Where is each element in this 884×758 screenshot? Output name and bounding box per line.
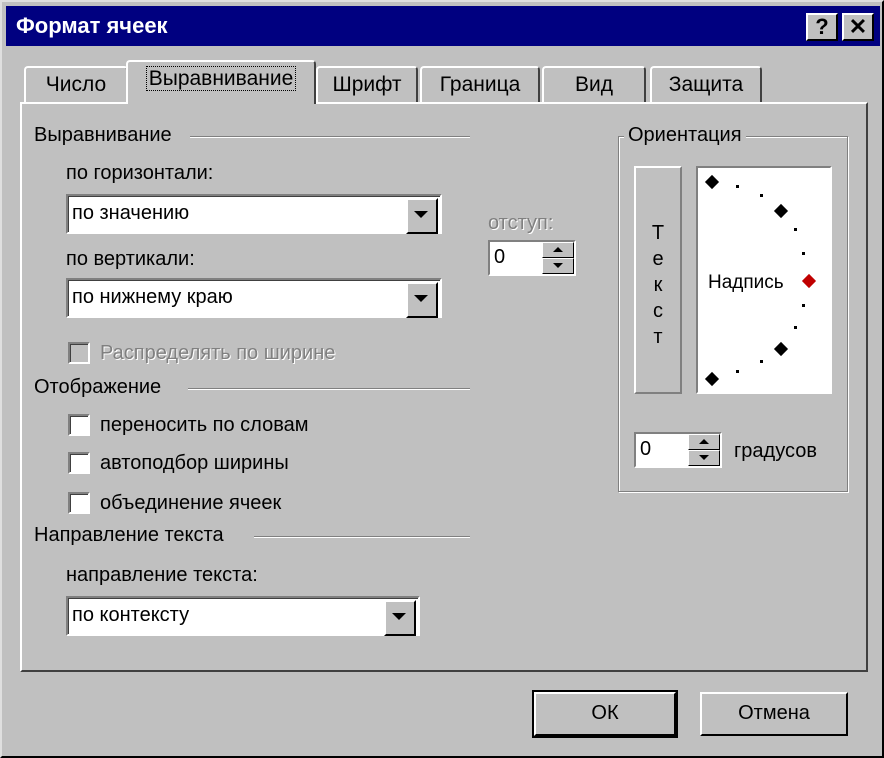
close-icon: ✕ <box>848 14 868 39</box>
orientation-dot <box>760 194 763 197</box>
vertical-value: по нижнему краю <box>72 286 233 308</box>
alignment-group-label: Выравнивание <box>34 124 176 147</box>
help-button[interactable]: ? <box>806 13 838 41</box>
vertical-text-box[interactable]: Т е к с т <box>634 166 682 394</box>
orientation-group-label: Ориентация <box>624 124 746 147</box>
tab-protection[interactable]: Защита <box>650 66 762 104</box>
direction-label: направление текста: <box>66 564 258 586</box>
tab-label: Вид <box>575 73 613 96</box>
vertical-text: Т е к с т <box>650 220 666 350</box>
help-icon: ? <box>815 14 829 39</box>
spin-up-icon[interactable] <box>688 434 720 450</box>
direction-select[interactable]: по контексту <box>66 596 420 636</box>
title-bar: Формат ячеек ? ✕ <box>6 6 880 46</box>
merge-label: объединение ячеек <box>100 492 282 514</box>
tab-label: Шрифт <box>332 73 402 96</box>
orientation-dot <box>802 304 805 307</box>
tab-label: Выравнивание <box>145 66 297 91</box>
dialog-window: Формат ячеек ? ✕ Число Выравнивание Шриф… <box>0 0 884 758</box>
degrees-value: 0 <box>640 438 652 460</box>
wrap-label: переносить по словам <box>100 414 309 436</box>
ok-button[interactable]: ОК <box>532 690 678 738</box>
horizontal-select[interactable]: по значению <box>66 194 442 234</box>
divider <box>254 536 470 538</box>
orientation-marker <box>704 174 720 190</box>
indent-value: 0 <box>494 246 506 268</box>
tab-label: Граница <box>439 73 521 96</box>
orientation-handle[interactable] <box>801 273 817 289</box>
tab-alignment[interactable]: Выравнивание <box>126 60 316 104</box>
vertical-letter: к <box>653 274 663 296</box>
vertical-letter: е <box>652 248 664 270</box>
chevron-down-icon[interactable] <box>406 282 438 318</box>
indent-stepper[interactable]: 0 <box>488 240 576 276</box>
horizontal-label: по горизонтали: <box>66 162 214 184</box>
tab-label: Число <box>45 73 107 96</box>
spin-down-icon[interactable] <box>688 450 720 466</box>
orientation-marker <box>773 341 789 357</box>
orientation-marker <box>704 371 720 387</box>
vertical-label: по вертикали: <box>66 248 195 270</box>
chevron-down-icon[interactable] <box>384 600 416 636</box>
autofit-checkbox[interactable] <box>68 452 90 474</box>
orientation-dot <box>736 370 739 373</box>
merge-checkbox[interactable] <box>68 492 90 514</box>
orientation-dot <box>794 326 797 329</box>
cancel-button[interactable]: Отмена <box>700 692 848 736</box>
orientation-dot <box>794 228 797 231</box>
orientation-dot <box>802 252 805 255</box>
degrees-stepper[interactable]: 0 <box>634 432 722 468</box>
autofit-label: автоподбор ширины <box>100 452 289 474</box>
wrap-checkbox[interactable] <box>68 414 90 436</box>
indent-label: отступ: <box>488 212 554 234</box>
tab-font[interactable]: Шрифт <box>316 66 418 104</box>
direction-value: по контексту <box>72 604 190 626</box>
orientation-dot <box>736 185 739 188</box>
divider <box>188 388 470 390</box>
orientation-dot <box>760 360 763 363</box>
vertical-letter: Т <box>651 222 665 244</box>
orientation-marker <box>773 203 789 219</box>
spin-up-icon[interactable] <box>542 242 574 258</box>
text-direction-group-label: Направление текста <box>34 524 228 547</box>
tab-label: Защита <box>668 73 744 96</box>
distribute-checkbox[interactable] <box>68 342 90 364</box>
horizontal-value: по значению <box>72 202 190 224</box>
vertical-select[interactable]: по нижнему краю <box>66 278 442 318</box>
distribute-label: Распределять по ширине <box>100 342 336 364</box>
tab-border[interactable]: Граница <box>420 66 540 104</box>
tab-panel: Выравнивание по горизонтали: по значению… <box>20 102 868 672</box>
window-title: Формат ячеек <box>16 13 168 38</box>
orientation-dial[interactable]: Надпись <box>696 166 832 394</box>
vertical-letter: т <box>653 326 663 348</box>
tab-number[interactable]: Число <box>24 66 128 104</box>
tab-view[interactable]: Вид <box>542 66 646 104</box>
vertical-letter: с <box>653 300 663 322</box>
spin-down-icon[interactable] <box>542 258 574 274</box>
divider <box>190 136 470 138</box>
degrees-label: градусов <box>734 440 817 462</box>
chevron-down-icon[interactable] <box>406 198 438 234</box>
display-group-label: Отображение <box>34 376 166 399</box>
close-button[interactable]: ✕ <box>842 13 874 41</box>
orientation-label-text: Надпись <box>708 272 784 293</box>
